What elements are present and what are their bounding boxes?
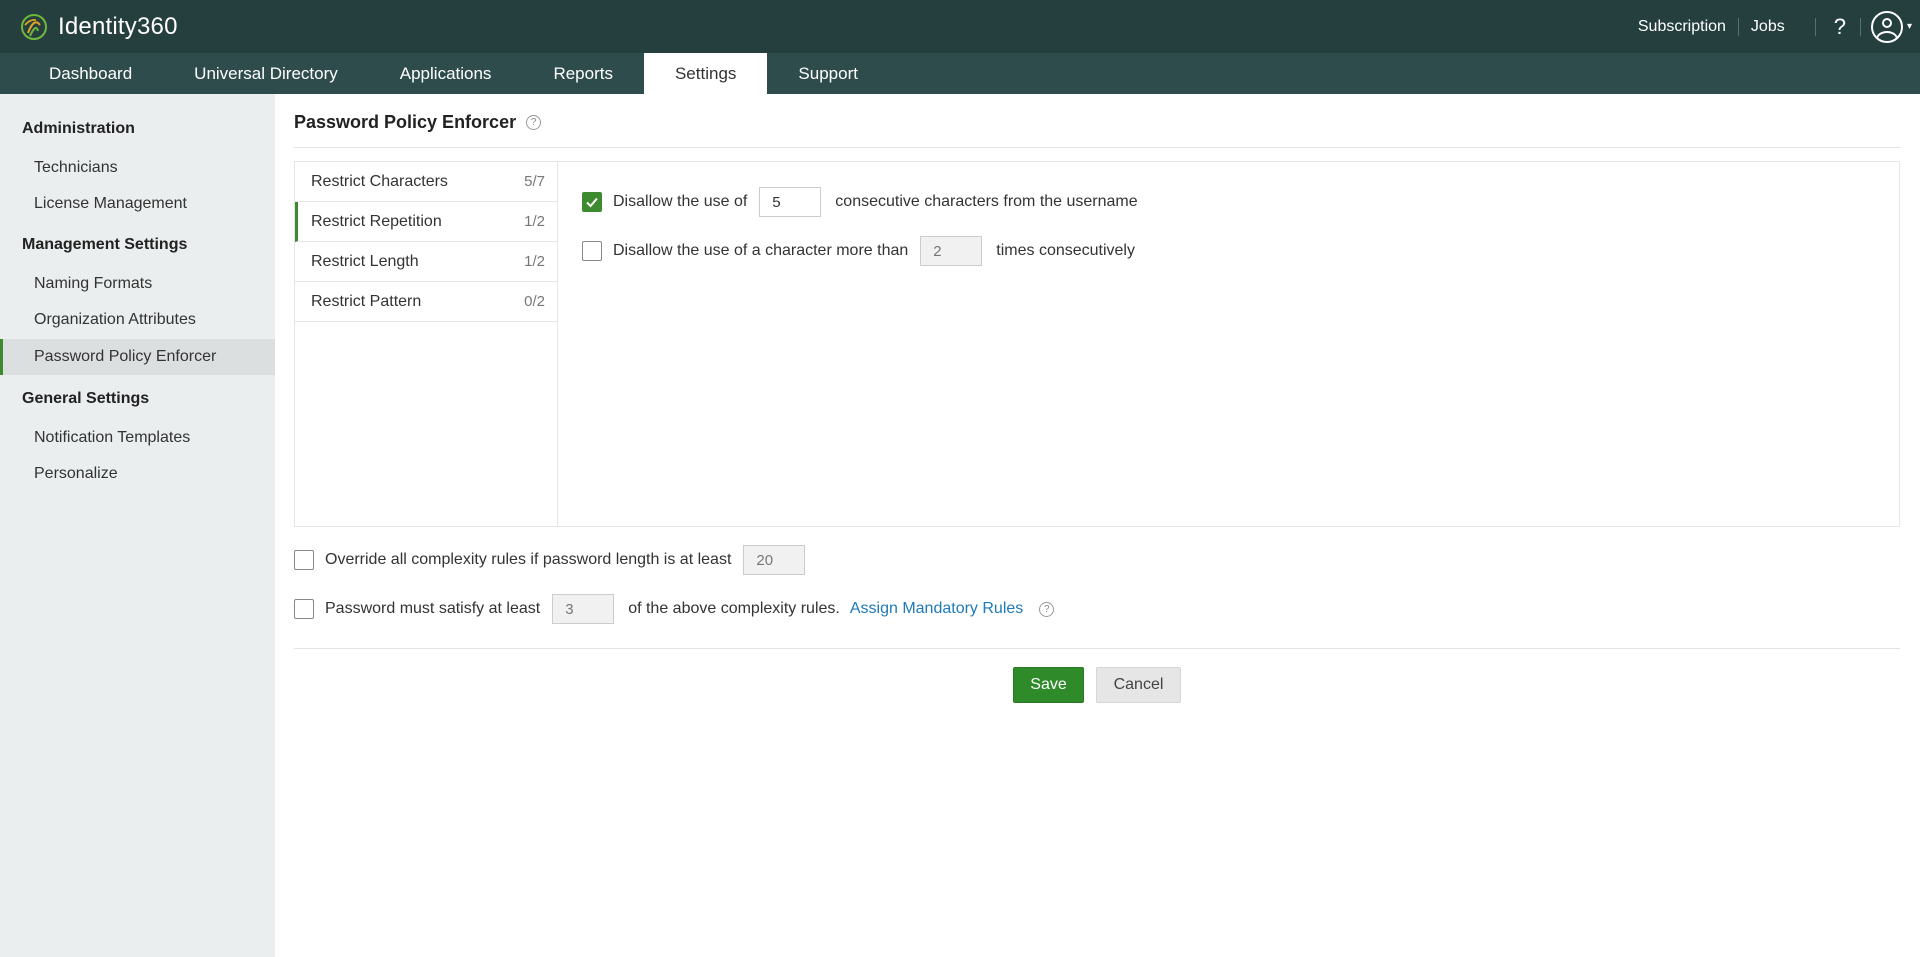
sidebar-item-organization-attributes[interactable]: Organization Attributes (0, 302, 275, 338)
assign-mandatory-rules-link[interactable]: Assign Mandatory Rules (850, 600, 1023, 618)
option-consecutive-username: Disallow the use of consecutive characte… (582, 187, 1138, 217)
user-avatar-icon[interactable] (1870, 10, 1903, 43)
main-tabs: Dashboard Universal Directory Applicatio… (0, 53, 1920, 94)
rule-restrict-characters[interactable]: Restrict Characters 5/7 (295, 162, 557, 202)
consecutive-username-input[interactable] (759, 187, 822, 217)
header-actions: Subscription Jobs ? ▾ (1638, 0, 1920, 53)
satisfy-rules-prefix: Password must satisfy at least (325, 600, 541, 617)
sidebar-section-administration: Administration (22, 120, 135, 137)
rule-label: Restrict Repetition (311, 212, 442, 230)
rule-restrict-repetition[interactable]: Restrict Repetition 1/2 (295, 202, 557, 242)
cancel-button[interactable]: Cancel (1096, 667, 1181, 703)
override-length-input[interactable] (743, 545, 806, 575)
header-divider (1859, 17, 1861, 36)
consecutive-username-prefix: Disallow the use of (613, 193, 748, 210)
title-divider (294, 147, 1900, 148)
jobs-link[interactable]: Jobs (1751, 18, 1785, 36)
tab-universal-directory[interactable]: Universal Directory (163, 53, 369, 94)
header-divider (1737, 17, 1739, 36)
override-complexity-label: Override all complexity rules if passwor… (325, 551, 732, 568)
char-repeat-suffix: times consecutively (996, 242, 1135, 259)
char-repeat-prefix: Disallow the use of a character more tha… (613, 242, 909, 259)
tab-dashboard[interactable]: Dashboard (18, 53, 163, 94)
question-circle-icon[interactable]: ? (526, 115, 542, 130)
satisfy-count-input[interactable] (552, 594, 615, 624)
tab-settings[interactable]: Settings (643, 53, 768, 94)
sidebar-item-naming-formats[interactable]: Naming Formats (0, 266, 275, 302)
sidebar-item-technicians[interactable]: Technicians (0, 150, 275, 186)
check-icon (586, 197, 598, 208)
char-repeat-input[interactable] (920, 236, 983, 266)
sidebar-item-personalize[interactable]: Personalize (0, 456, 275, 492)
chevron-down-icon[interactable]: ▾ (1907, 21, 1912, 32)
app-name: Identity360 (58, 12, 178, 40)
page-title-text: Password Policy Enforcer (294, 112, 517, 132)
option-override-complexity: Override all complexity rules if passwor… (294, 545, 806, 575)
rule-count: 1/2 (524, 213, 545, 230)
consecutive-username-checkbox[interactable] (582, 192, 602, 212)
fingerprint-logo-icon (21, 13, 47, 40)
rule-count: 5/7 (524, 173, 545, 190)
rule-label: Restrict Pattern (311, 292, 422, 310)
sidebar-item-password-policy-enforcer[interactable]: Password Policy Enforcer (0, 339, 275, 375)
satisfy-rules-suffix: of the above complexity rules. (628, 600, 840, 617)
rule-count: 1/2 (524, 253, 545, 270)
tab-reports[interactable]: Reports (522, 53, 644, 94)
header-divider (1814, 17, 1816, 36)
tab-applications[interactable]: Applications (369, 53, 523, 94)
question-circle-icon[interactable]: ? (1039, 601, 1055, 617)
rule-category-list: Restrict Characters 5/7 Restrict Repetit… (295, 162, 558, 526)
sidebar-item-notification-templates[interactable]: Notification Templates (0, 420, 275, 456)
char-repeat-checkbox[interactable] (582, 241, 602, 261)
rule-restrict-length[interactable]: Restrict Length 1/2 (295, 242, 557, 282)
rule-label: Restrict Length (311, 252, 419, 270)
tab-support[interactable]: Support (767, 53, 889, 94)
rule-count: 0/2 (524, 293, 545, 310)
consecutive-username-suffix: consecutive characters from the username (835, 193, 1138, 210)
override-complexity-checkbox[interactable] (294, 550, 314, 570)
settings-sidebar: Administration Technicians License Manag… (0, 94, 275, 957)
subscription-link[interactable]: Subscription (1638, 18, 1726, 36)
sidebar-section-general-settings: General Settings (22, 390, 150, 407)
page-title: Password Policy Enforcer ? (294, 112, 542, 133)
option-satisfy-rules: Password must satisfy at least of the ab… (294, 594, 1055, 624)
top-header: Identity360 Subscription Jobs ? ▾ (0, 0, 1920, 53)
satisfy-rules-checkbox[interactable] (294, 599, 314, 619)
rule-restrict-pattern[interactable]: Restrict Pattern 0/2 (295, 282, 557, 322)
app-logo[interactable]: Identity360 (18, 11, 178, 43)
save-button[interactable]: Save (1013, 667, 1084, 703)
actions-divider (294, 648, 1900, 649)
sidebar-section-management-settings: Management Settings (22, 236, 188, 253)
sidebar-item-license-management[interactable]: License Management (0, 186, 275, 222)
help-icon[interactable]: ? (1834, 14, 1846, 40)
option-char-repeat: Disallow the use of a character more tha… (582, 236, 1135, 266)
rule-label: Restrict Characters (311, 172, 448, 190)
policy-rules-panel: Restrict Characters 5/7 Restrict Repetit… (294, 161, 1900, 527)
